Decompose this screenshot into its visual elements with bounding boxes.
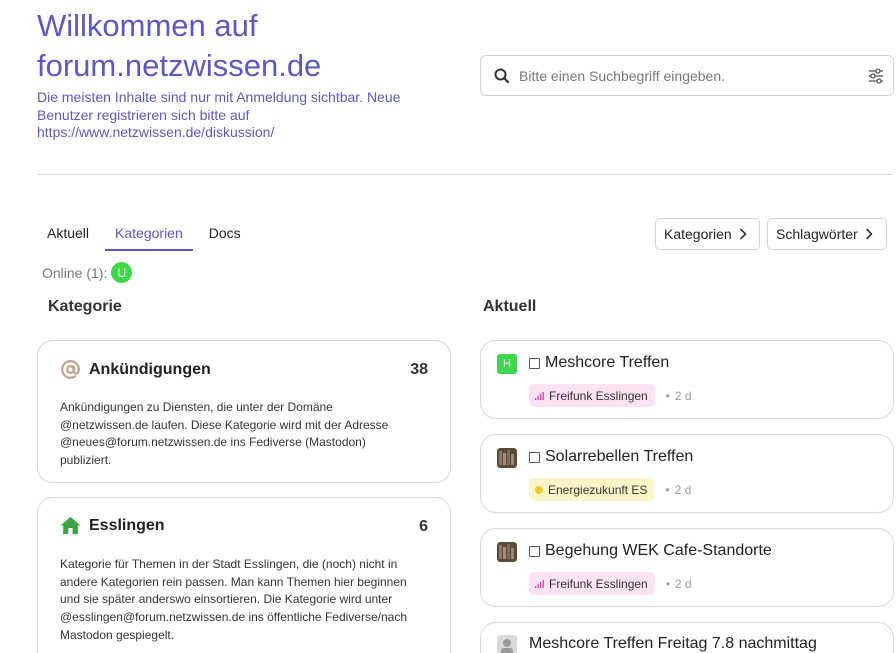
topic-count: 6 (419, 518, 428, 535)
unread-checkbox[interactable] (529, 357, 540, 369)
topic-count: 38 (410, 361, 428, 378)
avatar[interactable]: H (497, 354, 517, 374)
separator-dot: • (665, 482, 670, 497)
category-card-esslingen[interactable]: Esslingen 6 Kategorie für Themen in der … (37, 497, 451, 653)
tab-kategorien[interactable]: Kategorien (105, 218, 193, 251)
online-users: Online (1): U (42, 262, 133, 283)
category-tag[interactable]: Energiezukunft ES (529, 478, 655, 501)
description-line: @netzwissen.de laufen. Diese Kategorie w… (60, 417, 389, 432)
signal-icon (535, 579, 544, 588)
category-name[interactable]: Esslingen (89, 517, 165, 535)
tags-button[interactable]: Schlagwörter (767, 218, 887, 250)
topic-title[interactable]: Meshcore Treffen Freitag 7.8 nachmittag (529, 635, 817, 653)
separator-dot: • (665, 576, 670, 591)
description-line: publiziert. (60, 453, 112, 468)
avatar[interactable] (497, 448, 517, 468)
chevron-right-icon (739, 228, 747, 240)
topic-age: 2 d (674, 482, 692, 497)
category-tag[interactable]: Freifunk Esslingen (529, 384, 655, 407)
category-header: Ankündigungen (60, 359, 211, 380)
description-line: Kategorie für Themen in der Stadt Esslin… (60, 557, 398, 571)
category-name[interactable]: Ankündigungen (89, 361, 211, 379)
page-title-line1: Willkommen auf (37, 8, 258, 43)
category-card-ankuendigungen[interactable]: Ankündigungen 38 Ankündigungen zu Dienst… (37, 340, 451, 483)
home-icon (60, 516, 81, 535)
welcome-description: Die meisten Inhalte sind nur mit Anmeldu… (37, 89, 437, 142)
description-line: Ankündigungen zu Diensten, die unter der… (60, 400, 333, 414)
topic-title-text[interactable]: Solarrebellen Treffen (545, 448, 693, 466)
tags-button-label: Schlagwörter (776, 226, 858, 242)
description-line: Mastodon gespiegelt. (60, 627, 175, 642)
at-icon (61, 360, 80, 379)
topic-title[interactable]: Begehung WEK Cafe-Standorte (529, 542, 772, 560)
unread-checkbox[interactable] (529, 451, 540, 463)
topic-title[interactable]: Solarrebellen Treffen (529, 448, 693, 466)
description-line: und sie später anderswo einsortieren. Di… (60, 592, 393, 607)
tab-aktuell[interactable]: Aktuell (37, 218, 99, 251)
signal-icon (535, 391, 544, 400)
category-tag-label: Freifunk Esslingen (549, 576, 648, 591)
avatar[interactable] (497, 542, 517, 562)
categories-column-title: Kategorie (48, 298, 122, 315)
separator-dot: • (665, 388, 670, 403)
sun-icon (535, 485, 543, 494)
chevron-right-icon (865, 228, 873, 240)
registration-link[interactable]: https://www.netzwissen.de/diskussion/ (37, 124, 437, 142)
topic-meta: Freifunk Esslingen • 2 d (529, 384, 692, 407)
category-tag-label: Freifunk Esslingen (549, 388, 648, 403)
main-tabs: Aktuell Kategorien Docs (37, 218, 257, 251)
category-description: Kategorie für Themen in der Stadt Esslin… (60, 556, 430, 645)
topic-card[interactable]: Solarrebellen Treffen Energiezukunft ES … (480, 434, 894, 513)
welcome-description-line2: Benutzer registrieren sich bitte auf (37, 106, 250, 123)
topic-title-text[interactable]: Meshcore Treffen (545, 354, 669, 372)
description-line: @esslingen@forum.netzwissen.de ins öffen… (60, 610, 407, 625)
search-icon (494, 68, 510, 84)
topic-title-text[interactable]: Begehung WEK Cafe-Standorte (545, 542, 772, 560)
category-tag-label: Energiezukunft ES (548, 482, 648, 497)
topic-title[interactable]: Meshcore Treffen (529, 354, 669, 372)
welcome-description-line1: Die meisten Inhalte sind nur mit Anmeldu… (37, 89, 401, 105)
page-title: Willkommen auf forum.netzwissen.de (37, 6, 457, 86)
categories-button-label: Kategorien (664, 226, 732, 242)
latest-column-title: Aktuell (483, 298, 537, 315)
category-description: Ankündigungen zu Diensten, die unter der… (60, 399, 430, 470)
topic-age: 2 d (674, 388, 692, 403)
topic-card[interactable]: Meshcore Treffen Freitag 7.8 nachmittag (480, 622, 894, 653)
tab-docs[interactable]: Docs (199, 218, 251, 251)
description-line: @neues@forum.netzwissen.de ins Fediverse… (60, 435, 366, 450)
header-divider (37, 174, 894, 175)
topic-age: 2 d (674, 576, 692, 591)
category-tag[interactable]: Freifunk Esslingen (529, 572, 655, 595)
topic-card[interactable]: Begehung WEK Cafe-Standorte Freifunk Ess… (480, 528, 894, 607)
unread-checkbox[interactable] (529, 545, 540, 557)
topic-title-text[interactable]: Meshcore Treffen Freitag 7.8 nachmittag (529, 635, 817, 653)
description-line: andere Kategorien rein passen. Man kann … (60, 574, 407, 589)
search-box[interactable] (480, 55, 894, 96)
topic-meta: Freifunk Esslingen • 2 d (529, 572, 692, 595)
avatar[interactable] (497, 635, 517, 653)
search-input[interactable] (519, 65, 859, 87)
topic-meta: Energiezukunft ES • 2 d (529, 478, 691, 501)
topic-card[interactable]: H Meshcore Treffen Freifunk Esslingen • … (480, 340, 894, 419)
avatar[interactable]: U (111, 262, 133, 283)
search-filter-icon[interactable] (868, 68, 884, 84)
page-title-line2: forum.netzwissen.de (37, 48, 322, 83)
category-header: Esslingen (60, 516, 165, 535)
online-users-label: Online (1): (42, 264, 108, 281)
categories-button[interactable]: Kategorien (655, 218, 760, 250)
